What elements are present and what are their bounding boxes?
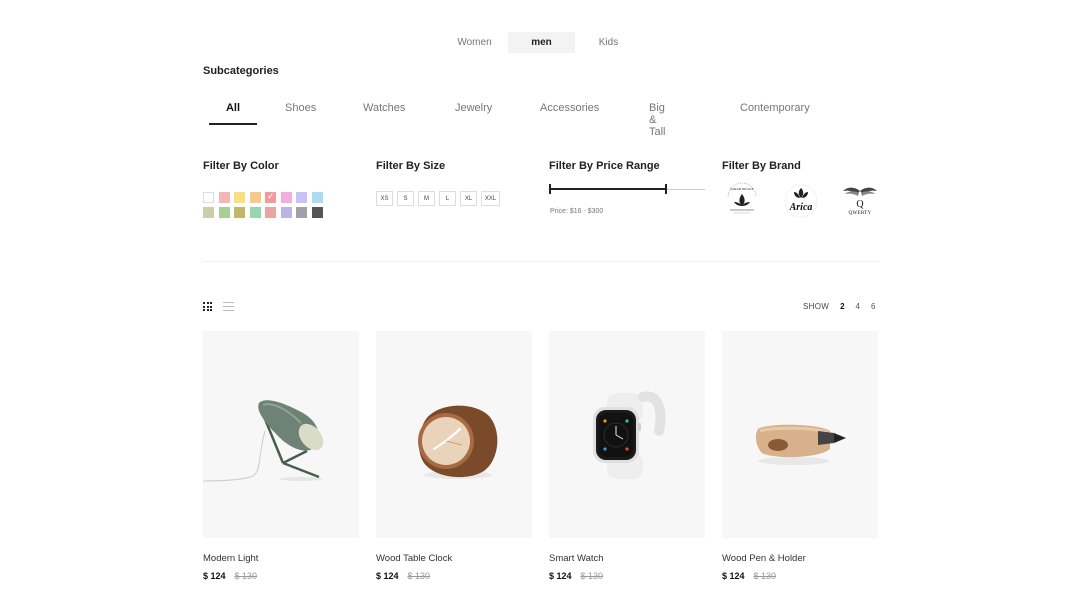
size-s[interactable]: S	[397, 191, 414, 206]
size-xs[interactable]: XS	[376, 191, 393, 206]
color-swatch[interactable]	[203, 207, 214, 218]
price-current: $ 124	[549, 571, 572, 581]
watch-image	[593, 391, 666, 479]
product-name[interactable]: Wood Pen & Holder	[722, 553, 878, 564]
subcategories-title: Subcategories	[203, 65, 279, 77]
product-card-modern-light[interactable]: Modern Light $ 124 $ 130	[203, 331, 359, 581]
lamp-image	[203, 400, 324, 482]
check-icon: ✓	[267, 191, 275, 201]
show-option-4[interactable]: 4	[856, 302, 860, 311]
list-view-icon[interactable]	[223, 302, 234, 311]
subcategory-big-tall[interactable]: Big & Tall	[649, 95, 666, 138]
filter-brand-title: Filter By Brand	[722, 160, 801, 172]
price-old: $ 130	[580, 571, 604, 581]
price-old: $ 130	[407, 571, 431, 581]
tab-men[interactable]: men	[508, 32, 575, 53]
show-option-6[interactable]: 6	[871, 302, 875, 311]
color-swatch[interactable]	[234, 207, 245, 218]
slider-track-fill	[549, 188, 666, 190]
brand-sarah-nicole[interactable]: SARAH NICOLE	[722, 180, 762, 222]
subcategory-watches[interactable]: Watches	[363, 95, 405, 125]
brand-arica[interactable]: Arica	[781, 180, 821, 222]
product-name[interactable]: Wood Table Clock	[376, 553, 532, 564]
pen-image	[755, 424, 846, 465]
product-name[interactable]: Modern Light	[203, 553, 359, 564]
color-swatch[interactable]	[311, 207, 323, 218]
color-swatch[interactable]	[265, 207, 276, 218]
grid-view-icon[interactable]	[203, 302, 212, 311]
color-swatch[interactable]	[280, 207, 292, 218]
product-image-lamp[interactable]	[203, 331, 359, 538]
subcategory-shoes[interactable]: Shoes	[285, 95, 316, 125]
subcategory-all[interactable]: All	[209, 95, 257, 125]
product-image-pen[interactable]	[722, 331, 878, 538]
size-options: XS S M L XL XXL	[376, 191, 500, 206]
tab-kids[interactable]: Kids	[575, 32, 642, 53]
size-l[interactable]: L	[439, 191, 456, 206]
arica-logo-icon: Arica	[784, 184, 818, 218]
price-current: $ 124	[203, 571, 226, 581]
color-swatches: ✓	[203, 191, 323, 218]
size-xl[interactable]: XL	[460, 191, 477, 206]
price-old: $ 130	[753, 571, 777, 581]
color-swatch[interactable]	[249, 192, 261, 203]
tab-women[interactable]: Women	[441, 32, 508, 53]
product-price: $ 124 $ 130	[722, 571, 878, 581]
price-current: $ 124	[722, 571, 745, 581]
color-swatch[interactable]	[234, 192, 245, 203]
brand-text-arica: Arica	[789, 202, 813, 213]
filter-size-title: Filter By Size	[376, 160, 446, 172]
price-range-text: Price: $16 - $300	[550, 208, 604, 215]
size-m[interactable]: M	[418, 191, 435, 206]
section-divider	[203, 261, 880, 262]
brand-logos: SARAH NICOLE Arica Q QWERTY	[722, 180, 880, 222]
gender-tabs: Women men Kids	[441, 32, 642, 53]
product-card-wood-table-clock[interactable]: Wood Table Clock $ 124 $ 130	[376, 331, 532, 581]
price-old: $ 130	[234, 571, 258, 581]
size-xxl[interactable]: XXL	[481, 191, 500, 206]
color-swatch[interactable]	[280, 192, 292, 203]
sarah-nicole-logo-icon: SARAH NICOLE	[727, 182, 757, 214]
product-image-watch[interactable]	[549, 331, 705, 538]
product-price: $ 124 $ 130	[549, 571, 705, 581]
clock-image	[418, 405, 498, 479]
product-card-smart-watch[interactable]: Smart Watch $ 124 $ 130	[549, 331, 705, 581]
price-current: $ 124	[376, 571, 399, 581]
show-label: SHOW	[803, 302, 830, 311]
slider-handle-min[interactable]	[549, 184, 551, 194]
brand-text-sarah-nicole: SARAH NICOLE	[730, 187, 753, 191]
brand-text-qwerty: QWERTY	[849, 211, 872, 216]
color-swatch[interactable]	[311, 192, 323, 203]
qwerty-logo-icon: Q QWERTY	[843, 187, 877, 216]
subcategory-contemporary[interactable]: Contemporary	[740, 95, 810, 125]
product-card-wood-pen-holder[interactable]: Wood Pen & Holder $ 124 $ 130	[722, 331, 878, 581]
show-option-2[interactable]: 2	[840, 302, 844, 311]
color-swatch[interactable]	[249, 207, 261, 218]
color-swatch[interactable]	[203, 192, 214, 203]
product-name[interactable]: Smart Watch	[549, 553, 705, 564]
product-price: $ 124 $ 130	[203, 571, 359, 581]
color-swatch[interactable]	[218, 192, 230, 203]
product-image-clock[interactable]	[376, 331, 532, 538]
color-swatch[interactable]: ✓	[265, 191, 276, 203]
filter-price-title: Filter By Price Range	[549, 160, 660, 172]
brand-qwerty[interactable]: Q QWERTY	[840, 180, 880, 222]
filter-color-title: Filter By Color	[203, 160, 279, 172]
subcategory-accessories[interactable]: Accessories	[540, 95, 599, 125]
price-range-slider[interactable]	[549, 183, 705, 195]
color-swatch[interactable]	[296, 207, 307, 218]
slider-handle-max[interactable]	[665, 184, 667, 194]
product-price: $ 124 $ 130	[376, 571, 532, 581]
color-swatch[interactable]	[296, 192, 307, 203]
color-swatch[interactable]	[218, 207, 230, 218]
subcategory-jewelry[interactable]: Jewelry	[455, 95, 492, 125]
svg-text:Q: Q	[856, 199, 864, 210]
show-per-row: SHOW 2 4 6	[803, 302, 875, 311]
